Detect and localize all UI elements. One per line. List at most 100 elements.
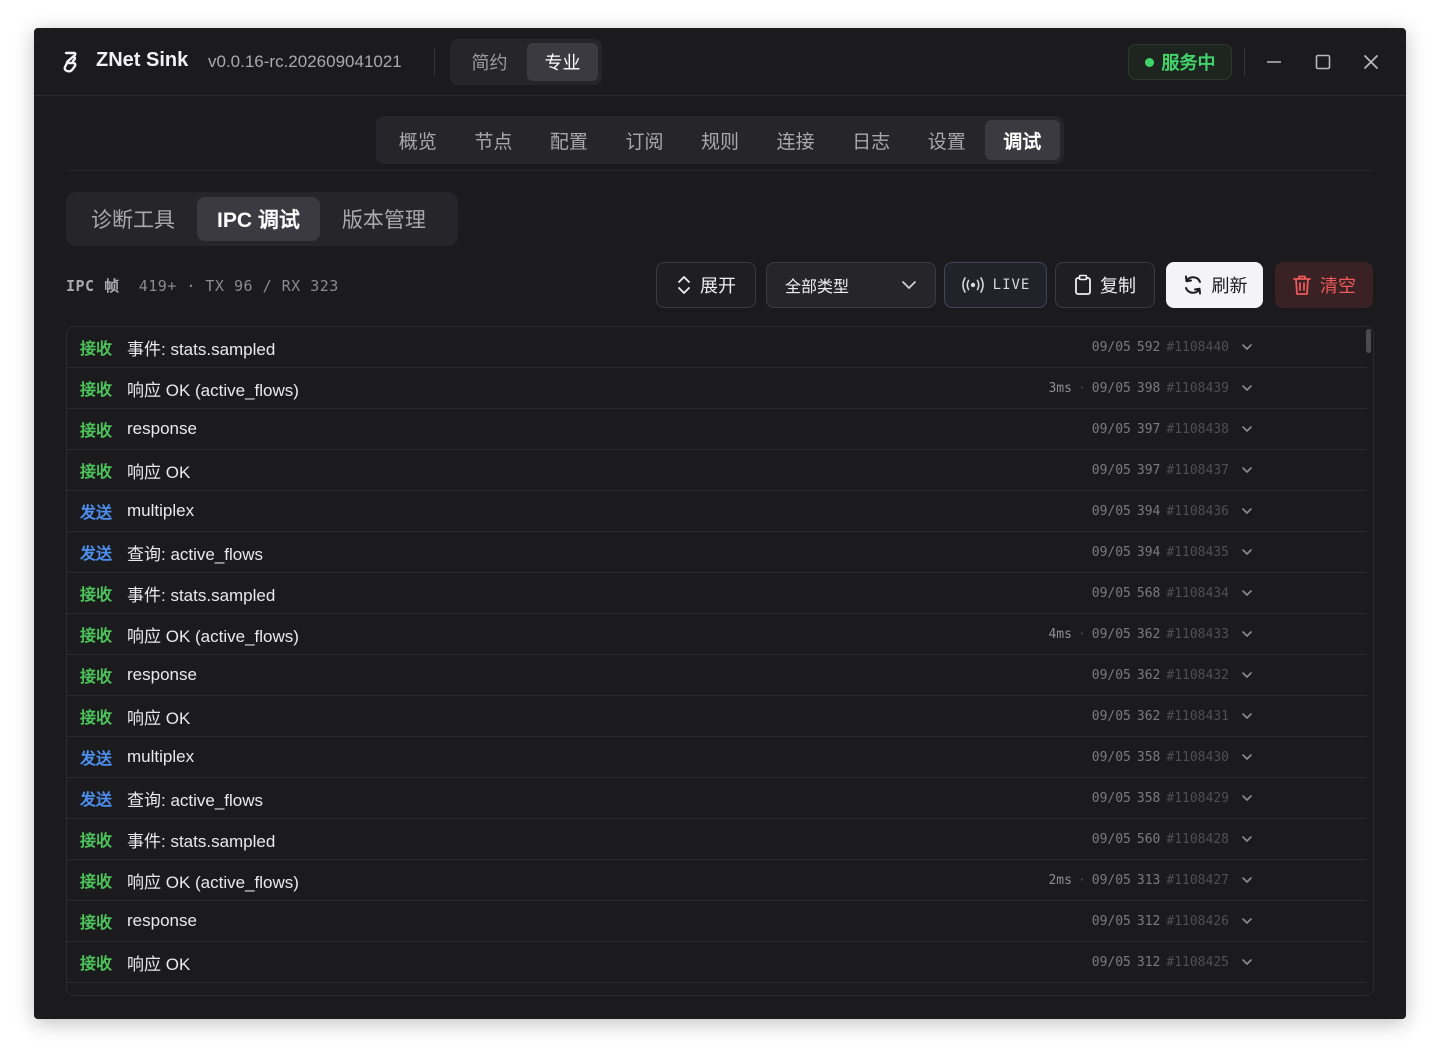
chevron-down-icon[interactable] (1241, 751, 1253, 763)
tab-logs[interactable]: 日志 (833, 120, 909, 160)
log-date: 09/05 (1091, 790, 1131, 806)
log-meta: 09/05 568 #1108434 (1092, 586, 1229, 601)
log-direction: 接收 (80, 382, 113, 399)
log-row[interactable]: 接收 事件: stats.sampled 09/05 560 #1108428 (67, 819, 1367, 860)
log-id: #1108430 (1166, 749, 1229, 765)
chevron-down-icon[interactable] (1241, 874, 1253, 886)
chevron-down-icon[interactable] (1241, 464, 1253, 476)
log-row[interactable]: 接收 响应 OK (active_flows) 2ms · 09/05 313 #11084… (67, 860, 1367, 901)
log-meta: 09/05 312 #1108426 (1092, 914, 1229, 929)
log-id: #1108436 (1166, 503, 1229, 519)
log-id: #1108438 (1166, 421, 1229, 437)
tab-overview[interactable]: 概览 (380, 120, 456, 160)
log-date: 09/05 (1091, 872, 1131, 888)
chevron-down-icon[interactable] (1241, 792, 1253, 804)
mode-tab-simple[interactable]: 简约 (454, 43, 525, 81)
log-seq: 358 (1136, 749, 1161, 765)
minimize-icon (1267, 61, 1281, 63)
type-filter-select[interactable]: 全部类型 (766, 262, 936, 308)
expand-button[interactable]: 展开 (656, 262, 756, 308)
chevron-down-icon[interactable] (1241, 669, 1253, 681)
log-direction: 接收 (80, 587, 113, 604)
log-duration: 2ms (1048, 872, 1072, 888)
chevron-down-icon[interactable] (1241, 382, 1253, 394)
log-direction: 接收 (80, 874, 113, 891)
tab-rules[interactable]: 规则 (682, 120, 758, 160)
subtab-diagnostics[interactable]: 诊断工具 (71, 197, 195, 241)
log-direction: 发送 (80, 546, 113, 563)
chevron-down-icon[interactable] (1241, 956, 1253, 968)
log-row[interactable]: 接收 事件: stats.sampled 09/05 568 #1108434 (67, 573, 1367, 614)
log-row[interactable]: 接收 事件: stats.sampled 09/05 592 #1108440 (67, 327, 1367, 368)
log-seq: 397 (1136, 421, 1161, 437)
log-seq: 362 (1136, 667, 1161, 683)
log-id: #1108426 (1166, 913, 1229, 929)
chevron-down-icon[interactable] (1241, 505, 1253, 517)
log-row[interactable]: 接收 响应 OK 09/05 362 #1108431 (67, 696, 1367, 737)
log-direction: 接收 (80, 464, 113, 481)
log-row[interactable]: 接收 响应 OK 09/05 312 #1108425 (67, 942, 1367, 983)
mode-tab-pro[interactable]: 专业 (527, 43, 598, 81)
log-row[interactable]: 接收 响应 OK (active_flows) 3ms · 09/05 398 #11084… (67, 368, 1367, 409)
clipboard-icon (1075, 274, 1091, 295)
log-seq: 560 (1136, 831, 1161, 847)
maximize-button[interactable] (1311, 50, 1335, 74)
log-row[interactable]: 接收 响应 OK 09/05 397 #1108437 (67, 450, 1367, 491)
log-message: 响应 OK (127, 708, 191, 728)
close-button[interactable] (1359, 50, 1383, 74)
log-date: 09/05 (1091, 831, 1131, 847)
chevron-down-icon[interactable] (1241, 833, 1253, 845)
log-row[interactable]: 发送 multiplex 09/05 394 #1108436 (67, 491, 1367, 532)
chevron-down-icon[interactable] (1241, 587, 1253, 599)
log-meta: 09/05 358 #1108430 (1092, 750, 1229, 765)
log-message: response (127, 665, 197, 684)
mode-toggle: 简约 专业 (450, 39, 602, 85)
log-meta: 09/05 592 #1108440 (1092, 340, 1229, 355)
log-id: #1108429 (1166, 790, 1229, 806)
live-toggle-button[interactable]: LIVE (944, 262, 1047, 308)
type-filter-value: 全部类型 (785, 279, 850, 296)
subtab-ipc-debug[interactable]: IPC 调试 (197, 197, 320, 241)
refresh-button[interactable]: 刷新 (1166, 262, 1263, 308)
log-row[interactable]: 接收 响应 OK (active_flows) 4ms · 09/05 362 #11084… (67, 614, 1367, 655)
chevron-down-icon[interactable] (1241, 341, 1253, 353)
log-row[interactable]: 接收 response 09/05 312 #1108426 (67, 901, 1367, 942)
status-dot-icon (1144, 57, 1154, 67)
minimize-button[interactable] (1262, 50, 1286, 74)
log-date: 09/05 (1091, 380, 1131, 396)
tab-connections[interactable]: 连接 (758, 120, 834, 160)
title-bar: ZNet Sink v0.0.16-rc.202609041021 简约 专业 … (34, 28, 1406, 96)
chevron-down-icon[interactable] (1241, 915, 1253, 927)
chevron-down-icon[interactable] (1241, 628, 1253, 640)
chevron-down-icon[interactable] (1241, 710, 1253, 722)
chevron-down-icon[interactable] (1241, 546, 1253, 558)
log-date: 09/05 (1091, 954, 1131, 970)
status-badge: 服务中 (1128, 44, 1232, 80)
tab-nodes[interactable]: 节点 (456, 120, 532, 160)
log-row[interactable]: 发送 multiplex 09/05 358 #1108430 (67, 737, 1367, 778)
main-nav: 概览 节点 配置 订阅 规则 连接 日志 设置 调试 (376, 116, 1064, 164)
subtab-version-management[interactable]: 版本管理 (322, 197, 446, 241)
clear-label: 清空 (1320, 276, 1356, 296)
tab-subscriptions[interactable]: 订阅 (607, 120, 683, 160)
log-date: 09/05 (1091, 503, 1131, 519)
chevron-down-icon[interactable] (1241, 423, 1253, 435)
log-duration: 4ms (1048, 626, 1072, 642)
tab-debug[interactable]: 调试 (984, 120, 1061, 160)
log-row[interactable]: 接收 response 09/05 362 #1108432 (67, 655, 1367, 696)
app-logo-icon (63, 51, 77, 73)
log-message: multiplex (127, 501, 195, 520)
tab-settings[interactable]: 设置 (909, 120, 985, 160)
log-row[interactable]: 接收 response 09/05 397 #1108438 (67, 409, 1367, 450)
log-meta: 09/05 397 #1108437 (1092, 463, 1229, 478)
meta-separator: · (1077, 872, 1086, 888)
log-message: 响应 OK (active_flows) (127, 626, 299, 646)
log-id: #1108435 (1166, 544, 1229, 560)
log-meta: 3ms · 09/05 398 #1108439 (1048, 381, 1229, 396)
log-row[interactable]: 发送 查询: active_flows 09/05 358 #1108429 (67, 778, 1367, 819)
log-seq: 398 (1136, 380, 1161, 396)
copy-button[interactable]: 复制 (1055, 262, 1155, 308)
tab-config[interactable]: 配置 (531, 120, 607, 160)
log-row[interactable]: 发送 查询: active_flows 09/05 394 #1108435 (67, 532, 1367, 573)
clear-button[interactable]: 清空 (1275, 262, 1373, 308)
